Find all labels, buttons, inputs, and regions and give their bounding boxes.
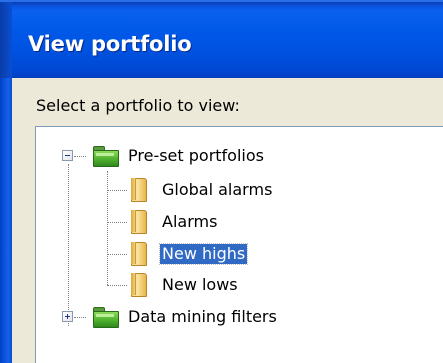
tree-node-label: Global alarms xyxy=(162,180,273,199)
portfolio-icon xyxy=(131,273,147,297)
tree-line xyxy=(74,317,86,318)
collapse-icon[interactable] xyxy=(62,150,73,161)
window-frame-left xyxy=(0,78,12,363)
tree-line xyxy=(107,190,127,191)
tree-line xyxy=(107,171,108,285)
tree-node-label: Pre-set portfolios xyxy=(128,146,264,165)
tree-line xyxy=(68,164,69,326)
tree-line xyxy=(107,222,127,223)
portfolio-icon xyxy=(131,178,147,202)
expand-icon[interactable] xyxy=(62,311,73,322)
title-bar[interactable]: View portfolio xyxy=(0,0,443,80)
tree-node-label-selected: New highs xyxy=(158,243,249,265)
tree-line xyxy=(107,285,127,286)
portfolio-prompt-label: Select a portfolio to view: xyxy=(36,96,240,115)
tree-node-label: Alarms xyxy=(162,212,218,231)
portfolio-icon xyxy=(131,242,147,266)
portfolio-tree[interactable]: Pre-set portfolios Global alarms Alarms xyxy=(35,126,443,363)
tree-node-label: New lows xyxy=(162,275,238,294)
folder-icon xyxy=(93,146,119,167)
tree-node-label: Data mining filters xyxy=(128,307,277,326)
portfolio-icon xyxy=(131,210,147,234)
tree-line xyxy=(107,254,127,255)
tree-line xyxy=(74,156,86,157)
window-title: View portfolio xyxy=(28,32,192,56)
dialog-client-area: Select a portfolio to view: Pre-set port… xyxy=(12,78,443,363)
folder-icon xyxy=(93,307,119,328)
view-portfolio-dialog: View portfolio Select a portfolio to vie… xyxy=(0,0,443,363)
